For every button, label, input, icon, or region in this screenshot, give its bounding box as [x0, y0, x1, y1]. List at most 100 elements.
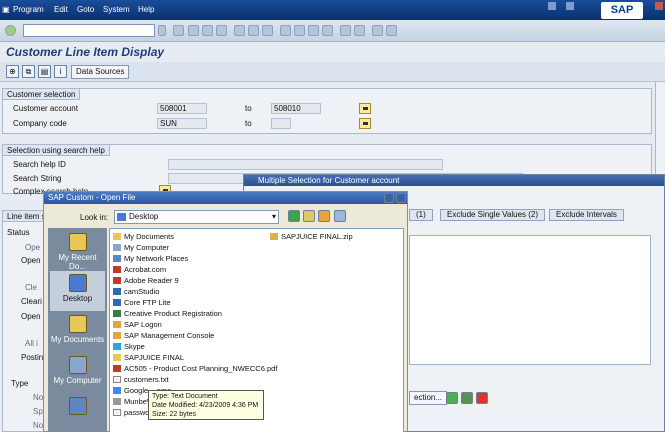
search-help-id-input[interactable]	[168, 159, 443, 170]
list-item[interactable]: Creative Product Registration	[113, 308, 222, 319]
command-field[interactable]	[23, 24, 155, 37]
list-item[interactable]: My Network Places	[113, 253, 188, 264]
list-item[interactable]: My Computer	[113, 242, 169, 253]
cleared-items-radio[interactable]: Cle	[25, 283, 37, 292]
open-file-title: SAP Custom - Open File	[44, 192, 407, 204]
all-items-radio[interactable]: All i	[25, 339, 38, 348]
list-item[interactable]: customers.txt	[113, 374, 169, 385]
desktop-icon	[117, 213, 126, 221]
list-item[interactable]: camStudio	[113, 286, 159, 297]
menu-program[interactable]: Program	[13, 5, 44, 14]
to-label: to	[245, 104, 252, 113]
list-item[interactable]: Acrobat.com	[113, 264, 166, 275]
customer-account-multiple-selection-icon[interactable]	[359, 103, 371, 114]
list-item[interactable]: SAPJUICE FINAL.zip	[270, 231, 353, 242]
open-at-key-date-label: Open	[21, 256, 41, 265]
list-item[interactable]: Adobe Reader 9	[113, 275, 179, 286]
place-recent[interactable]: My Recent Do...	[50, 230, 105, 271]
new-folder-icon[interactable]	[318, 210, 330, 222]
back-icon[interactable]	[188, 25, 199, 36]
find-icon[interactable]	[248, 25, 259, 36]
list-item[interactable]: Core FTP Lite	[113, 297, 171, 308]
shortcut-icon	[113, 343, 121, 350]
my-documents-icon	[68, 315, 87, 333]
shortcut-icon	[113, 310, 121, 317]
data-sources-button[interactable]: Data Sources	[71, 65, 130, 79]
multiple-selection-title: Multiple Selection for Customer account	[244, 175, 664, 186]
find-next-icon[interactable]	[262, 25, 273, 36]
menu-system[interactable]: System	[103, 5, 130, 14]
copy-icon[interactable]	[446, 392, 458, 404]
menu-bar: ▣ Program Edit Goto System Help SAP	[0, 0, 665, 20]
posting-date-label: Postin	[21, 353, 44, 362]
page-title: Customer Line Item Display	[6, 45, 165, 59]
place-my-computer[interactable]: My Computer	[50, 353, 105, 393]
up-folder-icon[interactable]	[303, 210, 315, 222]
tab-exclude-single-values[interactable]: Exclude Single Values (2)	[440, 209, 546, 221]
selection-button[interactable]: ection...	[409, 391, 448, 405]
clearing-date-label: Cleari	[21, 297, 42, 306]
import-icon[interactable]	[461, 392, 473, 404]
save-icon[interactable]	[173, 25, 184, 36]
menu-goto[interactable]: Goto	[77, 5, 94, 14]
list-item[interactable]: AC505 - Product Cost Planning_NWECC6.pdf	[113, 363, 277, 374]
command-dropdown-icon[interactable]	[158, 25, 166, 36]
new-session-icon[interactable]	[340, 25, 351, 36]
list-item[interactable]: Skype	[113, 341, 145, 352]
zip-folder-icon	[270, 233, 278, 240]
file-icon	[113, 398, 121, 405]
look-in-value: Desktop	[129, 212, 159, 221]
open-items-radio[interactable]: Ope	[25, 243, 40, 252]
search-help-header: Selection using search help	[3, 145, 110, 156]
cancel-x-icon[interactable]	[476, 392, 488, 404]
place-network[interactable]	[50, 394, 105, 432]
customer-account-from-input[interactable]: 508001	[157, 103, 207, 114]
sap-menu-icon[interactable]: ▣	[2, 5, 10, 14]
last-page-icon[interactable]	[322, 25, 333, 36]
maximize-icon[interactable]	[566, 2, 574, 10]
list-item[interactable]: SAPJUICE FINAL	[113, 352, 184, 363]
customer-account-to-input[interactable]: 508010	[271, 103, 321, 114]
selection-grid[interactable]	[409, 235, 651, 365]
file-tooltip: Type: Text Document Date Modified: 4/23/…	[148, 390, 264, 420]
delete-variant-icon[interactable]: ▤	[38, 65, 51, 78]
company-code-to-input[interactable]	[271, 118, 291, 129]
go-back-icon[interactable]	[288, 210, 300, 222]
info-icon[interactable]: i	[54, 65, 67, 78]
first-page-icon[interactable]	[280, 25, 291, 36]
company-code-from-input[interactable]: SUN	[157, 118, 207, 129]
status-label: Status	[7, 228, 30, 237]
tooltip-modified: Date Modified: 4/23/2009 4:36 PM	[152, 402, 259, 409]
close-icon[interactable]	[655, 2, 663, 10]
look-in-select[interactable]: Desktop ▾	[114, 210, 279, 224]
dialog-close-icon[interactable]	[396, 193, 406, 203]
next-page-icon[interactable]	[308, 25, 319, 36]
tab-exclude-intervals[interactable]: Exclude Intervals	[549, 209, 624, 221]
list-item[interactable]: SAP Logon	[113, 319, 162, 330]
layout-icon[interactable]	[386, 25, 397, 36]
exit-icon[interactable]	[202, 25, 213, 36]
help-question-icon[interactable]	[384, 193, 394, 203]
enter-icon[interactable]	[5, 25, 16, 36]
place-desktop[interactable]: Desktop	[50, 271, 105, 311]
help-icon[interactable]	[372, 25, 383, 36]
cancel-icon[interactable]	[216, 25, 227, 36]
view-menu-icon[interactable]	[334, 210, 346, 222]
list-item[interactable]: My Documents	[113, 231, 174, 242]
execute-icon[interactable]: ⊕	[6, 65, 19, 78]
folder-icon	[113, 233, 121, 240]
prev-page-icon[interactable]	[294, 25, 305, 36]
menu-help[interactable]: Help	[138, 5, 154, 14]
minimize-icon[interactable]	[548, 2, 556, 10]
network-places-icon	[68, 397, 87, 415]
shortcut-icon[interactable]	[354, 25, 365, 36]
search-string-label: Search String	[13, 174, 62, 183]
print-icon[interactable]	[234, 25, 245, 36]
place-my-documents[interactable]: My Documents	[50, 312, 105, 352]
tab-ranges[interactable]: (1)	[409, 209, 433, 221]
company-code-multiple-selection-icon[interactable]	[359, 118, 371, 129]
list-item[interactable]: SAP Management Console	[113, 330, 214, 341]
variant-icon[interactable]: ⧉	[22, 65, 35, 78]
standard-toolbar	[0, 20, 665, 42]
menu-edit[interactable]: Edit	[54, 5, 68, 14]
